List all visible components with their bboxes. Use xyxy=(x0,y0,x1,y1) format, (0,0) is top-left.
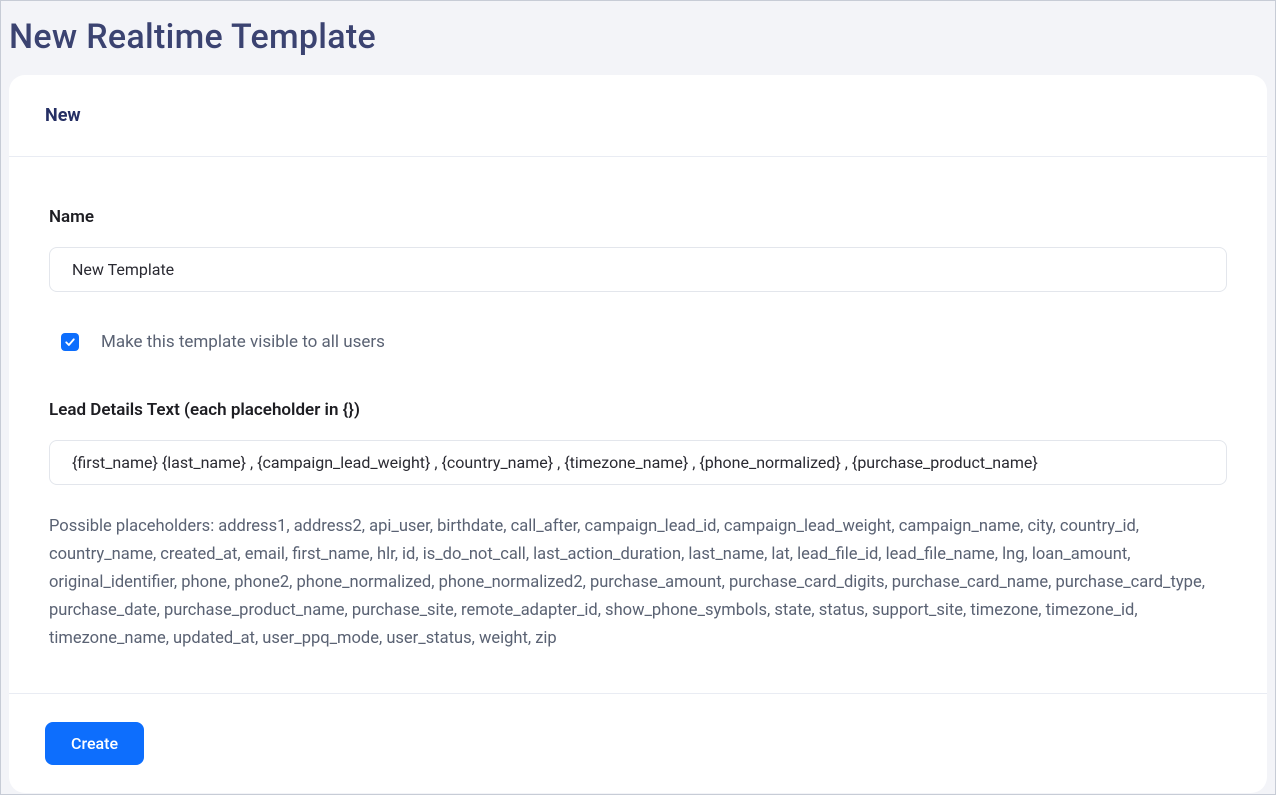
page-title: New Realtime Template xyxy=(9,9,1267,75)
card-header-title: New xyxy=(45,105,1231,126)
visibility-label: Make this template visible to all users xyxy=(101,332,385,352)
form-card: New Name Make this template visible to a… xyxy=(9,75,1267,793)
name-label: Name xyxy=(49,207,1227,227)
check-icon xyxy=(64,336,76,348)
placeholder-help-list: address1, address2, api_user, birthdate,… xyxy=(49,517,1205,648)
lead-details-input[interactable] xyxy=(49,440,1227,485)
card-footer: Create xyxy=(9,693,1267,793)
name-input[interactable] xyxy=(49,247,1227,292)
placeholder-help: Possible placeholders: address1, address… xyxy=(49,513,1227,653)
visibility-row: Make this template visible to all users xyxy=(49,332,1227,352)
visibility-checkbox[interactable] xyxy=(61,333,79,351)
card-body: Name Make this template visible to all u… xyxy=(9,157,1267,693)
create-button[interactable]: Create xyxy=(45,722,144,765)
lead-details-section: Lead Details Text (each placeholder in {… xyxy=(49,400,1227,653)
card-header: New xyxy=(9,75,1267,157)
placeholder-help-prefix: Possible placeholders: xyxy=(49,517,218,536)
lead-details-label: Lead Details Text (each placeholder in {… xyxy=(49,400,1227,420)
page-container: New Realtime Template New Name Make this… xyxy=(0,0,1276,795)
